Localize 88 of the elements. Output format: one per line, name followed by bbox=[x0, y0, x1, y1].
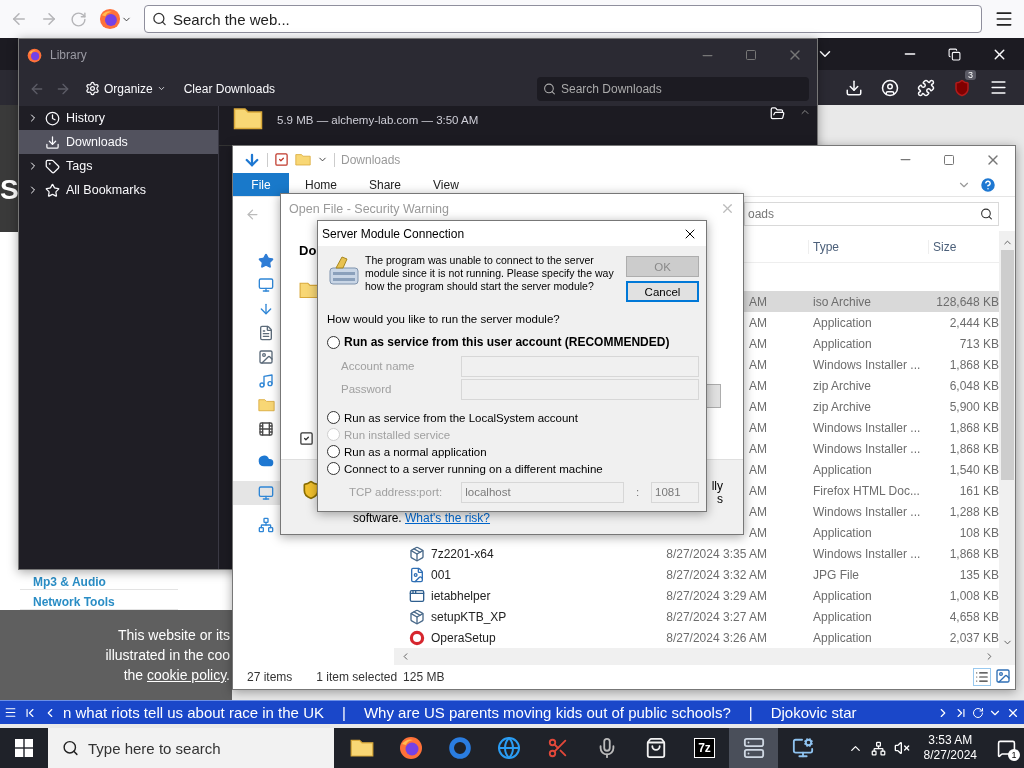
type-cell: zip Archive bbox=[813, 378, 872, 393]
size-cell: 6,048 KB bbox=[949, 378, 999, 393]
field-label: Account name bbox=[341, 360, 416, 372]
extension-badge: 3 bbox=[965, 69, 976, 80]
dialog-title: Server Module Connection bbox=[322, 226, 466, 241]
date-cell: 8/27/2024 3:35 AM bbox=[666, 546, 767, 561]
file-name: setupKTB_XP bbox=[431, 609, 507, 624]
type-cell: Windows Installer ... bbox=[813, 504, 921, 519]
date-cell: AM bbox=[749, 504, 767, 519]
notification-count: 1 bbox=[1008, 748, 1020, 761]
size-cell: 713 KB bbox=[959, 336, 999, 351]
type-cell: zip Archive bbox=[813, 399, 872, 414]
field-label: Password bbox=[341, 383, 393, 395]
type-cell: Windows Installer ... bbox=[813, 441, 921, 456]
size-cell: 161 KB bbox=[959, 483, 999, 498]
radio-label: Run installed service bbox=[344, 428, 451, 441]
date-cell: AM bbox=[749, 378, 767, 393]
selection-info: 1 item selected bbox=[316, 670, 398, 684]
size-cell: 128,648 KB bbox=[936, 294, 999, 309]
dialog-title: Open File - Security Warning bbox=[289, 201, 450, 216]
file-name: ietabhelper bbox=[431, 588, 491, 603]
type-cell: Application bbox=[813, 525, 872, 540]
radio-label: Connect to a server running on a different machine bbox=[344, 462, 603, 475]
date-cell: 8/27/2024 3:27 AM bbox=[666, 609, 767, 624]
size-cell: 1,540 KB bbox=[949, 462, 999, 477]
date-cell: AM bbox=[749, 357, 767, 372]
cookie-text: the cookie policy. bbox=[123, 666, 230, 684]
dialog-heading: Do bbox=[299, 242, 317, 260]
type-cell: Windows Installer ... bbox=[813, 420, 921, 435]
date-cell: AM bbox=[749, 336, 767, 351]
file-name: 001 bbox=[431, 567, 452, 582]
separator-text: | bbox=[342, 704, 346, 721]
date-cell: AM bbox=[749, 294, 767, 309]
size-cell: 1,868 KB bbox=[949, 441, 999, 456]
type-cell: Windows Installer ... bbox=[813, 546, 921, 561]
app-logo: 7z bbox=[694, 738, 715, 758]
date-cell: 8/27/2024 3:26 AM bbox=[666, 630, 767, 645]
warning-text: lly bbox=[711, 480, 723, 493]
radio-label: Run as service from the LocalSystem account bbox=[344, 411, 578, 424]
type-cell: Application bbox=[813, 336, 872, 351]
window-title: Library bbox=[50, 48, 88, 62]
dialog-message: The program was unable to connect to the server module since it is not running. Please specify the way how the program should start the server module? bbox=[365, 254, 615, 293]
date-cell: AM bbox=[749, 525, 767, 540]
date-cell: 8/27/2024 3:32 AM bbox=[666, 567, 767, 582]
type-cell: Application bbox=[813, 630, 872, 645]
type-cell: Application bbox=[813, 609, 872, 624]
question-text: How would you like to run the server module? bbox=[327, 313, 561, 325]
type-cell: Windows Installer ... bbox=[813, 357, 921, 372]
date-cell: AM bbox=[749, 483, 767, 498]
size-cell: 4,658 KB bbox=[949, 609, 999, 624]
size-cell: 1,008 KB bbox=[949, 588, 999, 603]
cookie-text: This website or its bbox=[117, 626, 230, 644]
size-cell: 5,900 KB bbox=[949, 399, 999, 414]
field-label: TCP address:port: bbox=[349, 486, 444, 498]
date-cell: 8/27/2024 3:29 AM bbox=[666, 588, 767, 603]
file-name: 7z2201-x64 bbox=[431, 546, 494, 561]
date-cell: AM bbox=[749, 462, 767, 477]
site-logo-letter: S bbox=[0, 176, 19, 204]
size-cell: 2,037 KB bbox=[949, 630, 999, 645]
radio-label: Run as service from this user account (RECOMMENDED) bbox=[344, 335, 670, 349]
type-cell: iso Archive bbox=[813, 294, 872, 309]
file-name: OperaSetup bbox=[431, 630, 496, 645]
date-cell: AM bbox=[749, 420, 767, 435]
size-cell: 1,868 KB bbox=[949, 420, 999, 435]
item-count: 27 items bbox=[247, 670, 293, 684]
type-cell: Application bbox=[813, 588, 872, 603]
cookie-text: illustrated in the coo bbox=[105, 646, 230, 664]
selection-size: 125 MB bbox=[403, 670, 445, 684]
size-cell: 1,868 KB bbox=[949, 546, 999, 561]
size-cell: 108 KB bbox=[959, 525, 999, 540]
download-details: 5.9 MB — alchemy-lab.com — 3:50 AM bbox=[277, 114, 480, 126]
date-cell: AM bbox=[749, 441, 767, 456]
size-cell: 1,868 KB bbox=[949, 357, 999, 372]
type-cell: Application bbox=[813, 315, 872, 330]
size-cell: 2,444 KB bbox=[949, 315, 999, 330]
warning-text: s bbox=[717, 493, 723, 506]
type-cell: Application bbox=[813, 462, 872, 477]
date-cell: AM bbox=[749, 315, 767, 330]
date-cell: AM bbox=[749, 399, 767, 414]
warning-text: software. What's the risk? bbox=[353, 511, 490, 525]
separator-text: : bbox=[635, 486, 641, 498]
type-cell: Firefox HTML Doc... bbox=[813, 483, 920, 498]
size-cell: 1,288 KB bbox=[949, 504, 999, 519]
separator-text: | bbox=[748, 704, 753, 721]
type-cell: JPG File bbox=[813, 567, 859, 582]
size-cell: 135 KB bbox=[959, 567, 999, 582]
window-title: Downloads bbox=[341, 152, 402, 167]
radio-label: Run as a normal application bbox=[344, 445, 487, 458]
